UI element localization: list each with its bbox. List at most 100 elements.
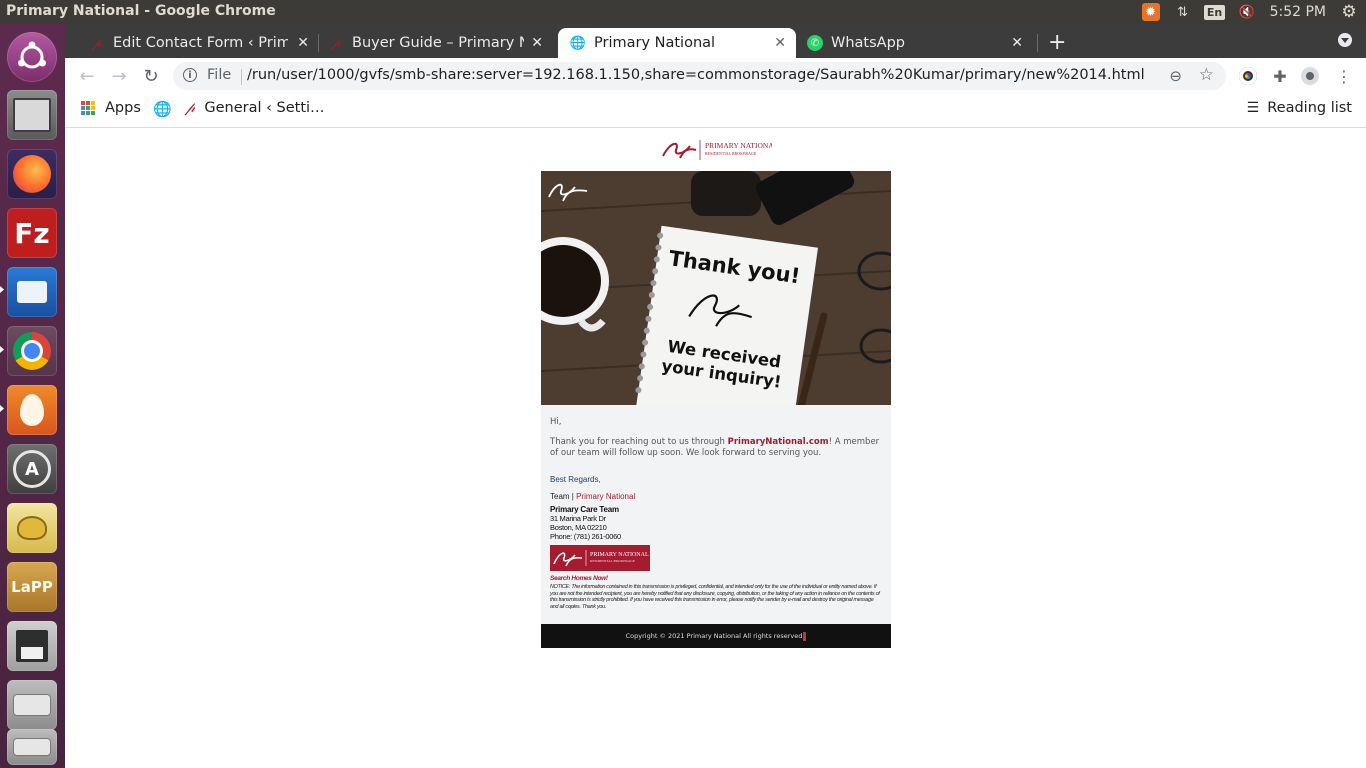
close-tab-icon[interactable]: ✕	[774, 35, 786, 51]
bookmark-label: General ‹ Setti…	[204, 100, 325, 116]
email-greeting: Hi,	[550, 417, 562, 427]
whatsapp-icon: ✆	[807, 35, 823, 51]
settings-gear-icon[interactable]: ⚙	[1340, 2, 1358, 22]
xampp-icon[interactable]	[7, 385, 57, 435]
primary-national-logo: PRIMARY NATIONAL RESIDENTIAL BROKERAGE	[662, 139, 772, 160]
new-tab-button[interactable]: +	[1048, 30, 1066, 55]
system-tray: ✹ ⇅ En 🔇 5:52 PM ⚙	[1141, 0, 1366, 24]
primary-national-logo: PRIMARY NATIONAL RESIDENTIAL BROKERAGE	[553, 550, 649, 567]
search-homes-link[interactable]: Search Homes Now!	[550, 575, 882, 582]
hero-illustration: Thank you! We received your inquiry!	[541, 171, 891, 405]
close-tab-icon[interactable]: ✕	[531, 35, 543, 51]
logo-brand-text: PRIMARY NATIONAL	[705, 141, 772, 150]
signature-logo-banner[interactable]: PRIMARY NATIONAL RESIDENTIAL BROKERAGE	[550, 545, 650, 571]
chrome-icon[interactable]	[7, 326, 57, 376]
close-tab-icon[interactable]: ✕	[297, 35, 309, 51]
window-title: Primary National - Google Chrome	[6, 3, 276, 19]
team-prefix: Team |	[550, 492, 577, 501]
site-info-icon[interactable]: i	[183, 68, 197, 82]
banner-brand-text: PRIMARY NATIONAL	[590, 552, 649, 558]
save-icon[interactable]	[7, 621, 57, 671]
signature-name: Primary Care Team	[550, 505, 619, 514]
firefox-icon[interactable]	[7, 149, 57, 199]
files-icon[interactable]	[7, 90, 57, 140]
brand-logo-header: PRIMARY NATIONAL RESIDENTIAL BROKERAGE	[541, 128, 891, 171]
bookmarks-bar: Apps 🌐 𝓅 General ‹ Setti… ☰ Reading list	[65, 94, 1366, 128]
launcher-running-indicator	[0, 346, 4, 353]
ubuntu-dash-icon[interactable]	[7, 32, 57, 82]
logo-sub-text: RESIDENTIAL BROKERAGE	[705, 151, 757, 156]
xampp-tray-icon[interactable]: ✹	[1141, 3, 1160, 21]
launcher-running-indicator	[0, 286, 4, 293]
forward-button[interactable]: →	[108, 65, 130, 87]
omnibox-divider	[241, 69, 242, 85]
thank-you-hero-image: Thank you! We received your inquiry!	[541, 171, 891, 405]
reading-list-label: Reading list	[1267, 100, 1352, 116]
bookmark-general-settings[interactable]: 𝓅 General ‹ Setti…	[185, 100, 325, 116]
close-tab-icon[interactable]: ✕	[1011, 35, 1023, 51]
signature-address2: Boston, MA 02210	[550, 523, 607, 532]
thunderbird-icon[interactable]	[7, 267, 57, 317]
primarynational-link[interactable]: PrimaryNational.com	[728, 437, 829, 447]
zoom-icon[interactable]: ⊖	[1169, 67, 1182, 85]
back-button[interactable]: ←	[76, 65, 98, 87]
clock[interactable]: 5:52 PM	[1270, 4, 1326, 20]
url-text[interactable]: /run/user/1000/gvfs/smb-share:server=192…	[247, 67, 1145, 83]
banner-sub-text: RESIDENTIAL BROKERAGE	[590, 559, 635, 563]
text-cursor	[803, 631, 807, 641]
reading-list-icon: ☰	[1246, 100, 1260, 116]
legal-notice: NOTICE: The information contained in thi…	[550, 584, 880, 610]
ubuntu-launcher: Fz A LaPP	[0, 24, 66, 768]
launcher-running-indicator	[0, 405, 4, 412]
apps-label: Apps	[105, 100, 141, 116]
tab-buyer-guide[interactable]: 𝓅 Buyer Guide – Primary Na ✕	[328, 28, 553, 58]
sound-muted-icon[interactable]: 🔇	[1238, 3, 1256, 21]
signature-phone: Phone: (781) 261-0060	[550, 532, 621, 541]
address-bar[interactable]: i File /run/user/1000/gvfs/smb-share:ser…	[173, 62, 1226, 90]
email-body: Hi, Thank you for reaching out to us thr…	[541, 405, 891, 625]
message-text-start: Thank you for reaching out to us through	[550, 437, 728, 447]
drive-icon[interactable]	[7, 680, 57, 730]
team-line: Team | Primary National	[550, 492, 882, 501]
tab-edit-contact-form[interactable]: 𝓅 Edit Contact Form ‹ Prima ✕	[89, 28, 319, 58]
browser-toolbar: ← → ↻ i File /run/user/1000/gvfs/smb-sha…	[65, 58, 1366, 94]
best-regards: Best Regards,	[550, 475, 601, 484]
pn-logo-icon: 𝓅	[331, 35, 341, 51]
apps-grid-icon	[81, 101, 95, 115]
pn-logo-icon: 𝓅	[185, 100, 196, 116]
team-brand: Primary National	[576, 492, 636, 501]
network-icon[interactable]: ⇅	[1174, 3, 1192, 21]
tab-strip: 𝓅 Edit Contact Form ‹ Prima ✕ 𝓅 Buyer Gu…	[65, 24, 1366, 58]
apps-shortcut[interactable]: Apps	[81, 100, 141, 116]
email-message: Thank you for reaching out to us through…	[550, 437, 882, 459]
copyright-text: Copyright © 2021 Primary National All ri…	[625, 632, 803, 641]
tab-separator	[318, 34, 319, 52]
filezilla-icon[interactable]: Fz	[7, 208, 57, 258]
chrome-menu-icon[interactable]: ⋮	[1333, 65, 1355, 87]
reading-list-button[interactable]: ☰ Reading list	[1247, 100, 1352, 116]
tab-whatsapp[interactable]: ✆ WhatsApp ✕	[807, 28, 1033, 58]
teapot-icon[interactable]	[7, 503, 57, 553]
system-top-panel: Primary National - Google Chrome ✹ ⇅ En …	[0, 0, 1366, 24]
profile-avatar-icon[interactable]	[1301, 67, 1319, 85]
tab-search-button[interactable]	[1338, 33, 1352, 47]
bookmark-star-icon[interactable]: ☆	[1199, 65, 1214, 85]
tab-separator	[1037, 34, 1038, 52]
email-container: PRIMARY NATIONAL RESIDENTIAL BROKERAGE T…	[541, 128, 891, 649]
tab-primary-national[interactable]: 🌐 Primary National ✕	[558, 28, 796, 58]
extensions-puzzle-icon[interactable]: ✚	[1269, 65, 1291, 87]
lampp-icon[interactable]: LaPP	[7, 562, 57, 612]
color-picker-extension-icon[interactable]	[1239, 67, 1257, 85]
page-viewport: PRIMARY NATIONAL RESIDENTIAL BROKERAGE T…	[65, 128, 1366, 768]
globe-icon: 🌐	[153, 100, 172, 118]
software-updater-icon[interactable]: A	[7, 444, 57, 494]
email-footer: Copyright © 2021 Primary National All ri…	[541, 624, 891, 649]
scheme-label: File	[207, 67, 232, 83]
reload-button[interactable]: ↻	[140, 65, 162, 87]
keyboard-layout-indicator[interactable]: En	[1203, 3, 1226, 21]
bookmark-globe[interactable]: 🌐	[153, 100, 172, 118]
pn-logo-icon: 𝓅	[92, 35, 102, 51]
signature-address1: 31 Marina Park Dr	[550, 514, 606, 523]
globe-icon: 🌐	[569, 35, 587, 51]
drive-icon-2[interactable]	[7, 729, 57, 765]
